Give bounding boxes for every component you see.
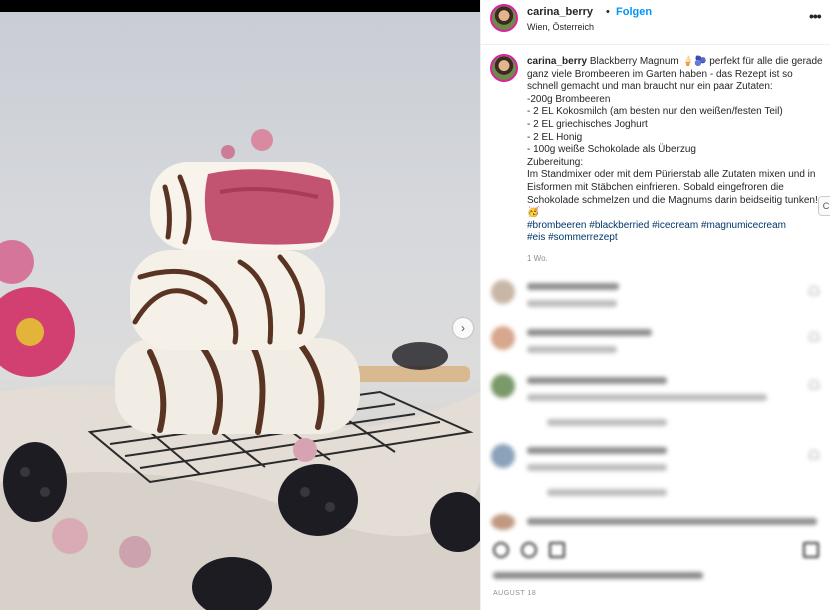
rose-bud [251, 129, 273, 151]
comment-item[interactable] [491, 514, 821, 532]
comment-icon[interactable] [521, 542, 537, 558]
avatar[interactable] [490, 4, 518, 32]
caption-line: -200g Brombeeren [527, 93, 611, 105]
caption-line: Im Standmixer oder mit dem Pürierstab al… [527, 169, 818, 219]
hashtags[interactable]: #eis #sommerrezept [527, 232, 823, 245]
more-horizontal-icon[interactable]: ••• [809, 8, 822, 24]
chevron-right-icon: › [461, 321, 465, 335]
pink-flower [0, 240, 75, 377]
edge-button[interactable]: C [818, 196, 830, 216]
comment-avatar [491, 444, 515, 468]
comment-text [527, 377, 667, 384]
header-separator: • [606, 6, 610, 18]
comment-meta [527, 464, 667, 471]
post-date: AUGUST 18 [493, 590, 537, 597]
comment-meta [527, 346, 617, 353]
ice-cream-photo [0, 129, 480, 610]
heart-icon[interactable] [809, 380, 819, 389]
top-black-bar [0, 0, 480, 12]
caption-avatar[interactable] [490, 54, 518, 82]
caption-line: - 2 EL Kokosmilch (am besten nur den wei… [527, 106, 783, 118]
bookmark-icon[interactable] [803, 542, 819, 558]
comment-item[interactable] [491, 374, 821, 432]
caption-line: - 2 EL griechisches Joghurt [527, 118, 648, 130]
post-header: carina_berry • Folgen Wien, Österreich •… [481, 0, 830, 44]
comment-meta [527, 394, 767, 401]
heart-icon[interactable] [809, 450, 819, 459]
caption-timestamp[interactable]: 1 Wo. [527, 254, 548, 263]
hashtags[interactable]: #brombeeren #blackberried #icecream #mag… [527, 220, 823, 233]
caption-line: - 2 EL Honig [527, 131, 583, 143]
comment-item[interactable] [491, 326, 821, 356]
action-bar [481, 532, 830, 572]
comment-avatar [491, 280, 515, 304]
comment-item[interactable] [491, 444, 821, 502]
heart-icon[interactable] [809, 286, 819, 295]
comment-item[interactable] [491, 280, 821, 310]
caption-line: Zubereitung: [527, 156, 584, 168]
comment-meta [527, 300, 617, 307]
edge-button-label: C [822, 201, 830, 211]
comment-text [527, 518, 817, 525]
comment-text [527, 283, 619, 290]
view-replies [547, 419, 667, 426]
comment-avatar [491, 514, 515, 530]
comment-text [527, 447, 667, 454]
location-link[interactable]: Wien, Österreich [527, 22, 594, 32]
likes-count[interactable] [493, 572, 703, 579]
post-side-panel: carina_berry • Folgen Wien, Österreich •… [480, 0, 830, 610]
next-image-button[interactable]: › [453, 318, 473, 338]
post-image[interactable]: › [0, 12, 480, 610]
comment-text [527, 329, 652, 336]
comment-avatar [491, 326, 515, 350]
heart-icon[interactable] [493, 542, 509, 558]
view-replies [547, 489, 667, 496]
share-icon[interactable] [549, 542, 565, 558]
header-username[interactable]: carina_berry [527, 6, 593, 18]
caption-username[interactable]: carina_berry [527, 56, 587, 67]
comment-avatar [491, 374, 515, 398]
follow-button[interactable]: Folgen [616, 6, 652, 18]
post-caption: carina_berry Blackberry Magnum 🍦🫐 perfek… [527, 56, 823, 245]
caption-line: - 100g weiße Schokolade als Überzug [527, 144, 696, 156]
heart-icon[interactable] [809, 332, 819, 341]
header-divider [481, 44, 830, 45]
